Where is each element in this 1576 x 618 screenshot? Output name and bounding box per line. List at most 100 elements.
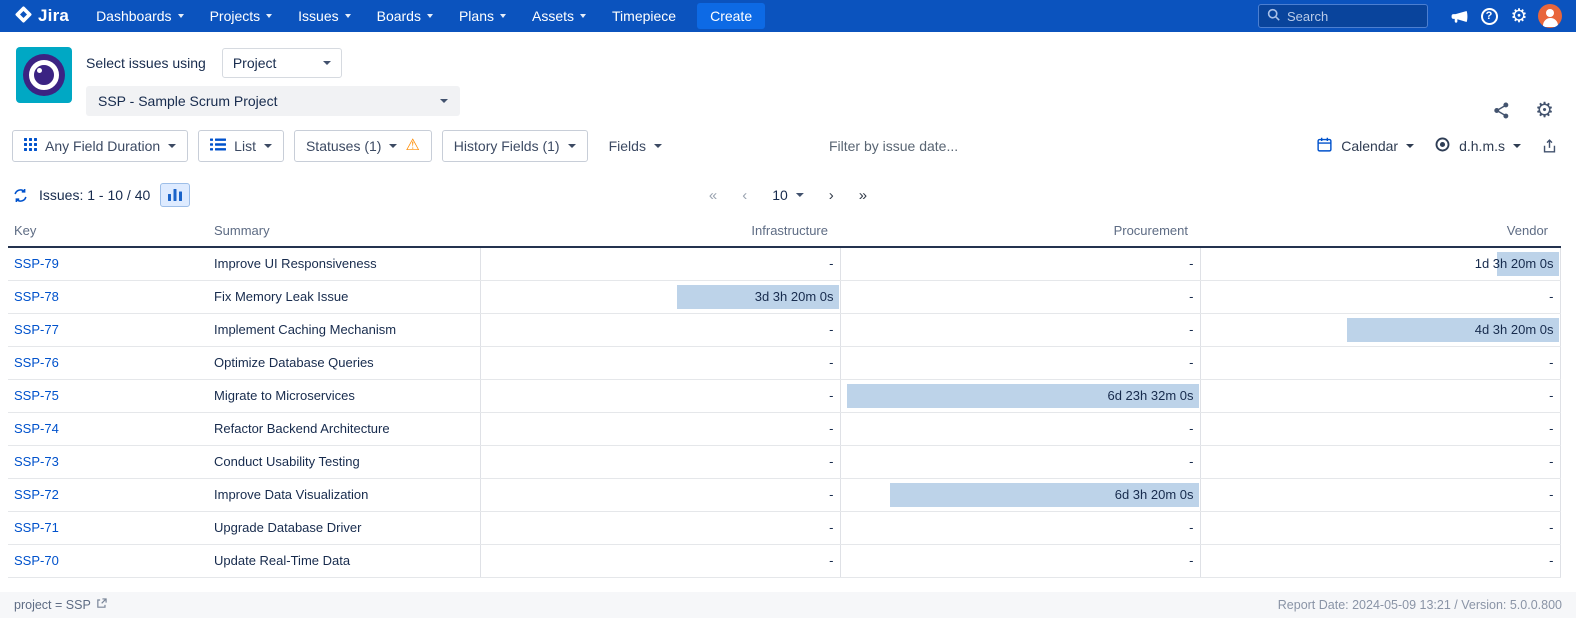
nav-item-issues[interactable]: Issues — [285, 0, 363, 32]
nav-item-projects[interactable]: Projects — [197, 0, 286, 32]
duration-cell-vendor: - — [1200, 280, 1560, 313]
column-header-key[interactable]: Key — [8, 218, 208, 247]
chevron-down-icon — [440, 99, 448, 103]
nav-menu: Dashboards Projects Issues Boards Plans … — [83, 0, 689, 32]
chevron-down-icon — [389, 144, 397, 148]
issue-key-link[interactable]: SSP-77 — [14, 322, 59, 337]
issue-key-link[interactable]: SSP-72 — [14, 487, 59, 502]
issue-summary: Conduct Usability Testing — [208, 445, 480, 478]
nav-search[interactable] — [1258, 4, 1428, 28]
issue-row: SSP-70 Update Real-Time Data - - - — [8, 544, 1560, 577]
jira-home-link[interactable]: Jira — [8, 5, 83, 27]
nav-item-assets[interactable]: Assets — [519, 0, 599, 32]
issue-summary: Upgrade Database Driver — [208, 511, 480, 544]
report-header: Select issues using Project SSP - Sample… — [0, 32, 1576, 126]
statuses-button[interactable]: Statuses (1) ⚠ — [294, 130, 432, 162]
report-footer: project = SSP Report Date: 2024-05-09 13… — [0, 592, 1576, 618]
user-avatar[interactable] — [1538, 4, 1562, 28]
issue-row: SSP-72 Improve Data Visualization - 6d 3… — [8, 478, 1560, 511]
duration-cell-infrastructure: - — [480, 478, 840, 511]
share-icon[interactable] — [1492, 101, 1511, 120]
chevron-down-icon — [323, 61, 331, 65]
column-header-vendor[interactable]: Vendor — [1200, 218, 1560, 247]
chevron-down-icon — [568, 144, 576, 148]
duration-cell-infrastructure: - — [480, 346, 840, 379]
list-icon — [210, 138, 226, 154]
chevron-down-icon — [266, 14, 272, 18]
issue-summary: Fix Memory Leak Issue — [208, 280, 480, 313]
duration-cell-procurement: - — [840, 412, 1200, 445]
issue-summary: Implement Caching Mechanism — [208, 313, 480, 346]
time-format-button[interactable]: d.h.m.s — [1434, 136, 1521, 156]
page-size-select[interactable]: 10 — [772, 187, 804, 203]
issue-key-link[interactable]: SSP-73 — [14, 454, 59, 469]
history-fields-button[interactable]: History Fields (1) — [442, 130, 588, 162]
issue-key-link[interactable]: SSP-75 — [14, 388, 59, 403]
issue-row: SSP-78 Fix Memory Leak Issue 3d 3h 20m 0… — [8, 280, 1560, 313]
duration-cell-vendor: - — [1200, 544, 1560, 577]
settings-gear-icon[interactable]: ⚙ — [1504, 1, 1534, 31]
fields-button[interactable]: Fields — [598, 130, 673, 162]
issues-table: Key Summary Infrastructure Procurement V… — [8, 218, 1561, 578]
chart-toggle-button[interactable] — [160, 183, 190, 207]
next-page-button[interactable]: › — [829, 187, 834, 204]
duration-cell-procurement: - — [840, 346, 1200, 379]
issue-key-link[interactable]: SSP-70 — [14, 553, 59, 568]
duration-cell-procurement: - — [840, 280, 1200, 313]
project-select[interactable]: SSP - Sample Scrum Project — [86, 86, 460, 116]
nav-item-boards[interactable]: Boards — [364, 0, 446, 32]
duration-cell-infrastructure: 3d 3h 20m 0s — [480, 280, 840, 313]
column-header-infrastructure[interactable]: Infrastructure — [480, 218, 840, 247]
duration-cell-infrastructure: - — [480, 544, 840, 577]
chevron-down-icon — [427, 14, 433, 18]
jql-query-link[interactable]: project = SSP — [14, 598, 107, 612]
column-header-procurement[interactable]: Procurement — [840, 218, 1200, 247]
issue-row: SSP-76 Optimize Database Queries - - - — [8, 346, 1560, 379]
issue-key-link[interactable]: SSP-78 — [14, 289, 59, 304]
issue-key-link[interactable]: SSP-79 — [14, 256, 59, 271]
report-settings-gear-icon[interactable]: ⚙ — [1535, 100, 1554, 121]
create-button[interactable]: Create — [697, 3, 765, 29]
first-page-button[interactable]: « — [709, 187, 717, 204]
issue-key-link[interactable]: SSP-74 — [14, 421, 59, 436]
report-meta: Report Date: 2024-05-09 13:21 / Version:… — [1278, 598, 1562, 612]
search-icon — [1267, 8, 1280, 24]
issue-row: SSP-74 Refactor Backend Architecture - -… — [8, 412, 1560, 445]
chevron-down-icon — [345, 14, 351, 18]
duration-cell-procurement: - — [840, 544, 1200, 577]
duration-cell-procurement: - — [840, 247, 1200, 280]
issues-table-body: SSP-79 Improve UI Responsiveness - - 1d … — [8, 247, 1560, 577]
duration-cell-vendor: - — [1200, 478, 1560, 511]
duration-cell-vendor: 1d 3h 20m 0s — [1200, 247, 1560, 280]
issue-row: SSP-73 Conduct Usability Testing - - - — [8, 445, 1560, 478]
duration-field-button[interactable]: Any Field Duration — [12, 130, 188, 162]
duration-cell-infrastructure: - — [480, 412, 840, 445]
refresh-icon[interactable] — [12, 187, 29, 204]
jira-logo-icon — [14, 5, 33, 27]
last-page-button[interactable]: » — [859, 187, 867, 204]
column-header-summary[interactable]: Summary — [208, 218, 480, 247]
search-input[interactable] — [1287, 9, 1407, 24]
nav-item-plans[interactable]: Plans — [446, 0, 519, 32]
issue-summary: Improve UI Responsiveness — [208, 247, 480, 280]
issue-summary: Optimize Database Queries — [208, 346, 480, 379]
issue-key-link[interactable]: SSP-71 — [14, 520, 59, 535]
timepiece-app-logo-icon — [16, 47, 72, 103]
megaphone-icon[interactable] — [1444, 1, 1474, 31]
jira-logo-text: Jira — [38, 6, 69, 26]
duration-cell-infrastructure: - — [480, 511, 840, 544]
issue-source-select[interactable]: Project — [222, 48, 342, 78]
calendar-view-button[interactable]: Calendar — [1316, 136, 1414, 156]
export-icon[interactable] — [1541, 138, 1558, 155]
prev-page-button[interactable]: ‹ — [742, 187, 747, 204]
issue-key-link[interactable]: SSP-76 — [14, 355, 59, 370]
help-icon[interactable]: ? — [1474, 1, 1504, 31]
duration-cell-infrastructure: - — [480, 313, 840, 346]
nav-item-timepiece[interactable]: Timepiece — [599, 0, 689, 32]
duration-cell-infrastructure: - — [480, 379, 840, 412]
duration-cell-vendor: - — [1200, 511, 1560, 544]
issue-date-filter-input[interactable] — [829, 138, 1039, 154]
pager: « ‹ 10 › » — [709, 187, 867, 204]
nav-item-dashboards[interactable]: Dashboards — [83, 0, 197, 32]
view-mode-button[interactable]: List — [198, 130, 284, 162]
